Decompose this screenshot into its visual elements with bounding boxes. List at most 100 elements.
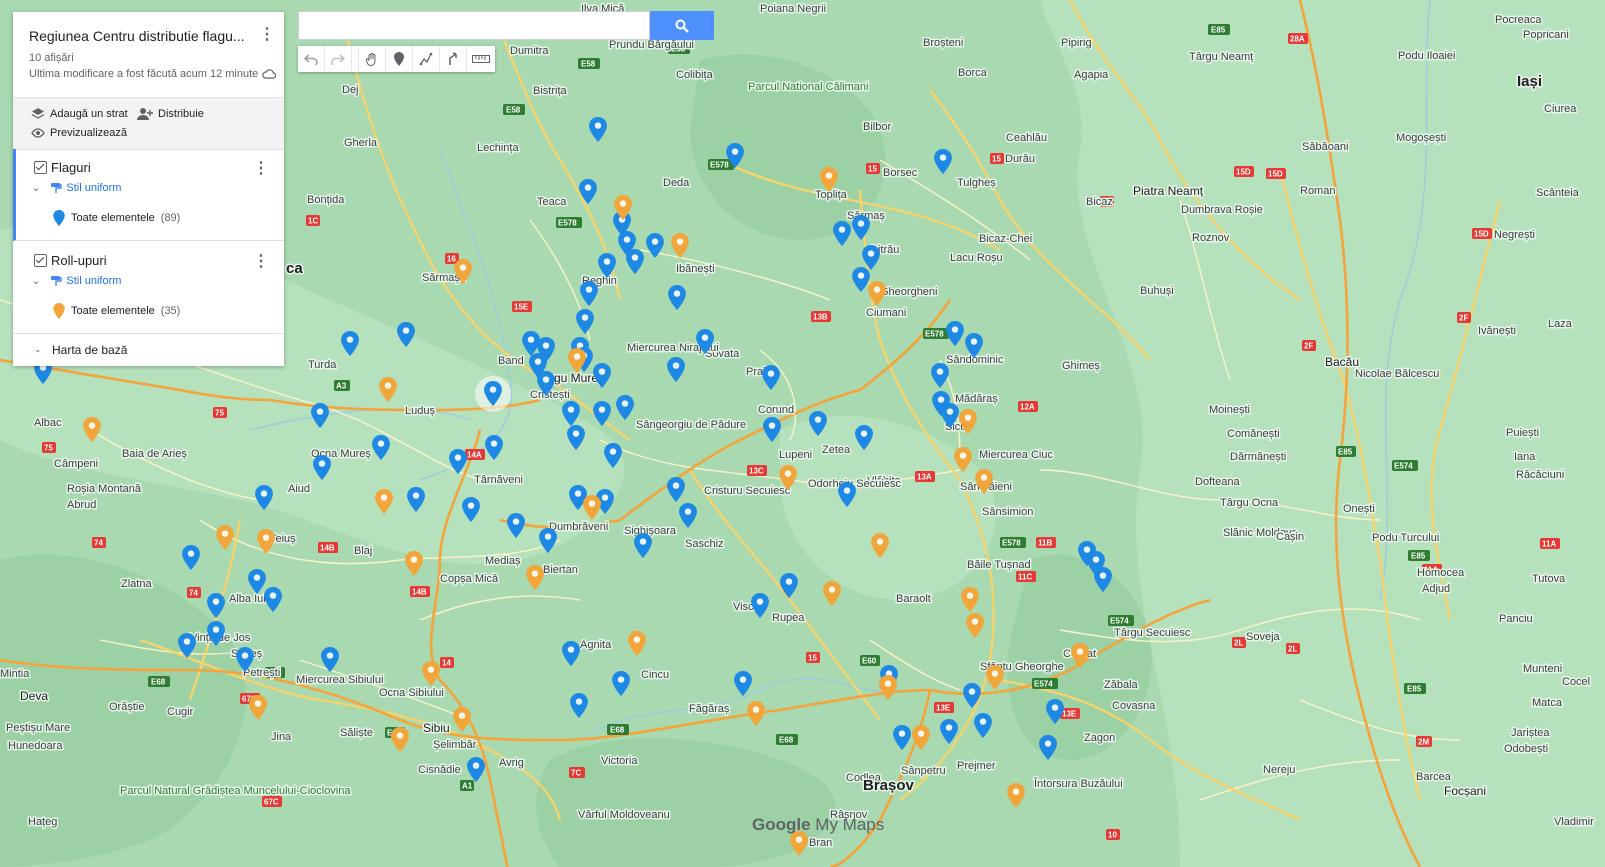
svg-text:75: 75 — [215, 409, 224, 418]
undo-icon — [304, 54, 318, 65]
label-duraul: Durău — [1005, 153, 1035, 165]
label-medias: Mediaș — [485, 555, 521, 567]
layer-flaguri-elements[interactable]: Toate elementele (89) — [53, 210, 180, 226]
pan-hand-button[interactable] — [358, 46, 386, 72]
redo-button[interactable] — [325, 46, 352, 72]
label-deda: Deda — [663, 177, 690, 189]
layer-flaguri-checkbox[interactable] — [34, 161, 47, 174]
svg-text:2L: 2L — [1234, 639, 1243, 648]
label-bicaz-chei: Bicaz-Chei — [979, 233, 1032, 245]
layer-rollupuri-elements[interactable]: Toate elementele (35) — [53, 303, 180, 319]
search-icon — [675, 19, 689, 33]
preview-button[interactable]: Previzualizează — [31, 126, 127, 140]
chevron-down-icon[interactable]: ⌄ — [32, 183, 40, 194]
svg-text:E85: E85 — [1407, 685, 1422, 694]
search-button[interactable] — [650, 11, 714, 40]
label-copsa-mica: Copșa Mică — [440, 573, 499, 585]
basemap-row[interactable]: ⌄ Harta de bază — [13, 334, 284, 366]
layer-rollupuri-name[interactable]: Roll-upuri — [51, 253, 107, 268]
label-hunedoara: Hunedoara — [8, 740, 63, 752]
svg-text:E85: E85 — [1338, 448, 1353, 457]
label-aiud: Aiud — [288, 483, 310, 495]
label-casin: Cașin — [1276, 531, 1304, 543]
label-homocea: Homocea — [1417, 567, 1465, 579]
basemap-label[interactable]: Harta de bază — [52, 343, 127, 357]
map-options-icon[interactable]: ⋮ — [258, 26, 276, 44]
svg-text:E578: E578 — [558, 219, 577, 228]
layer-rollupuri-count: (35) — [160, 305, 181, 317]
svg-text:A1: A1 — [462, 782, 473, 791]
measure-button[interactable] — [467, 46, 495, 72]
label-borsec: Borsec — [883, 167, 918, 179]
svg-text:7C: 7C — [571, 769, 581, 778]
svg-text:13E: 13E — [1062, 710, 1077, 719]
label-targu-secuiesc: Târgu Secuiesc — [1114, 627, 1191, 639]
chevron-down-icon[interactable]: ⌄ — [34, 344, 42, 355]
label-lacu-rosu: Lacu Roșu — [950, 252, 1003, 264]
label-ocna-sibiului: Ocna Sibiului — [379, 687, 444, 699]
label-cincu: Cincu — [641, 669, 669, 681]
ruler-icon — [472, 55, 490, 63]
draw-line-button[interactable] — [413, 46, 440, 72]
search-input[interactable] — [298, 11, 650, 40]
svg-text:E60: E60 — [862, 657, 877, 666]
label-agapia: Agapia — [1074, 69, 1109, 81]
label-sibiu: Sibiu — [423, 721, 450, 735]
chevron-down-icon[interactable]: ⌄ — [32, 276, 40, 287]
label-deva: Deva — [20, 689, 48, 703]
map-title[interactable]: Regiunea Centru distributie flagu... — [29, 28, 245, 44]
label-panciu: Panciu — [1499, 613, 1533, 625]
map-modified-row: Ultima modificare a fost făcută acum 12 … — [29, 68, 277, 80]
svg-text:E68: E68 — [779, 736, 794, 745]
label-corund: Corund — [758, 404, 794, 416]
label-podu-turcului: Podu Turcului — [1372, 532, 1439, 544]
svg-text:67C: 67C — [264, 798, 279, 807]
label-prundu: Prundu Bârgăului — [609, 39, 694, 51]
label-focsani: Focșani — [1444, 784, 1486, 798]
directions-button[interactable] — [440, 46, 467, 72]
label-band: Band — [498, 355, 524, 367]
label-vladimirescu: Vladimir — [1554, 816, 1594, 828]
layer-flaguri-count: (89) — [160, 212, 181, 224]
layer-flaguri-name[interactable]: Flaguri — [51, 160, 91, 175]
label-miercurea-ciuc: Miercurea Ciuc — [979, 449, 1053, 461]
svg-text:15D: 15D — [1474, 230, 1489, 239]
layer-flaguri[interactable]: Flaguri ⋮ ⌄ Stil uniform Toate elementel… — [13, 149, 284, 241]
svg-text:13C: 13C — [749, 467, 764, 476]
svg-text:E68: E68 — [610, 726, 625, 735]
label-matca: Matca — [1532, 697, 1563, 709]
layer-rollupuri-checkbox[interactable] — [34, 254, 47, 267]
svg-text:2F: 2F — [1304, 342, 1313, 351]
map-panel: Regiunea Centru distributie flagu... ⋮ 1… — [13, 12, 284, 366]
label-covasna: Covasna — [1112, 700, 1156, 712]
svg-text:28A: 28A — [1290, 35, 1305, 44]
logo-product: My Maps — [815, 815, 885, 834]
label-pipirig: Pipirig — [1061, 37, 1092, 49]
layer-flaguri-options-icon[interactable]: ⋮ — [252, 160, 270, 178]
add-marker-button[interactable] — [386, 46, 413, 72]
label-targu-ocna: Târgu Ocna — [1220, 497, 1279, 509]
label-petresti: Petrești — [243, 667, 280, 679]
label-tutova: Tutova — [1532, 573, 1566, 585]
svg-text:14B: 14B — [412, 588, 427, 597]
label-comanesti: Comănești — [1227, 428, 1280, 440]
add-layer-button[interactable]: Adaugă un strat — [31, 107, 128, 121]
label-roznov: Roznov — [1192, 232, 1230, 244]
label-rosia-montana: Roșia Montană — [67, 483, 142, 495]
layer-rollupuri-style-row[interactable]: ⌄ Stil uniform — [32, 275, 121, 287]
layer-rollupuri-options-icon[interactable]: ⋮ — [252, 253, 270, 271]
undo-button[interactable] — [298, 46, 325, 72]
label-rupea: Rupea — [772, 612, 805, 624]
label-racaciuni: Răcăciuni — [1516, 469, 1564, 481]
label-iasi: Iași — [1517, 73, 1542, 90]
layer-rollupuri[interactable]: Roll-upuri ⋮ ⌄ Stil uniform Toate elemen… — [13, 241, 284, 334]
label-odobesti: Odobești — [1504, 743, 1548, 755]
label-nicolae-balcescu: Nicolae Bălcescu — [1355, 368, 1439, 380]
label-cluj: ca — [286, 260, 303, 277]
label-dej: Dej — [342, 84, 359, 96]
svg-text:15D: 15D — [1236, 168, 1251, 177]
layer-flaguri-style-row[interactable]: ⌄ Stil uniform — [32, 182, 121, 194]
svg-text:10: 10 — [1108, 831, 1117, 840]
share-button[interactable]: Distribuie — [137, 107, 204, 121]
label-baile-tusnad: Băile Tușnad — [967, 559, 1031, 571]
